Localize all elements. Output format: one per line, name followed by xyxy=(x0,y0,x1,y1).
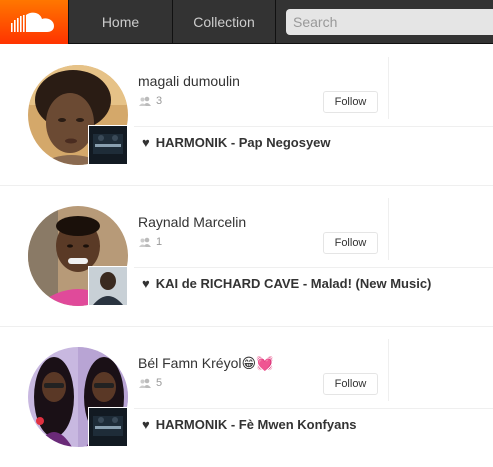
track-title: HARMONIK - Pap Negosyew xyxy=(155,135,331,150)
search-box xyxy=(286,9,493,35)
soundcloud-logo-icon[interactable] xyxy=(0,0,68,44)
track-artwork[interactable] xyxy=(88,407,128,447)
followers-count-value: 3 xyxy=(156,95,163,107)
follow-button[interactable]: Follow xyxy=(323,373,378,395)
heart-icon: ♥ xyxy=(142,135,150,150)
divider xyxy=(134,408,493,409)
nav-tab-collection[interactable]: Collection xyxy=(172,0,276,44)
feed-item: Bél Famn Kréyol😁💓 5 Follow ♥ HARMONIK - … xyxy=(0,327,493,467)
follow-button[interactable]: Follow xyxy=(323,91,378,113)
followers-icon xyxy=(139,96,151,106)
divider xyxy=(388,57,389,119)
liked-track-link[interactable]: ♥ KAI de RICHARD CAVE - Malad! (New Musi… xyxy=(142,276,431,291)
divider xyxy=(388,339,389,401)
feed-item: Raynald Marcelin 1 Follow ♥ KAI de RICHA… xyxy=(0,186,493,326)
search-input[interactable] xyxy=(286,9,493,35)
username-link[interactable]: magali dumoulin xyxy=(138,73,240,89)
track-title: HARMONIK - Fè Mwen Konfyans xyxy=(155,417,357,432)
username-link[interactable]: Raynald Marcelin xyxy=(138,214,246,230)
heart-icon: ♥ xyxy=(142,417,150,432)
track-artwork[interactable] xyxy=(88,266,128,306)
divider xyxy=(134,267,493,268)
followers-count[interactable]: 1 xyxy=(138,236,162,248)
followers-icon xyxy=(139,237,151,247)
feed-item: magali dumoulin 3 Follow ♥ HARMONIK - Pa… xyxy=(0,45,493,185)
username-link[interactable]: Bél Famn Kréyol😁💓 xyxy=(138,355,274,372)
nav-tab-home[interactable]: Home xyxy=(68,0,172,44)
track-artwork[interactable] xyxy=(88,125,128,165)
followers-icon xyxy=(139,378,151,388)
followers-count[interactable]: 3 xyxy=(138,95,162,107)
liked-track-link[interactable]: ♥ HARMONIK - Pap Negosyew xyxy=(142,135,331,150)
liked-track-link[interactable]: ♥ HARMONIK - Fè Mwen Konfyans xyxy=(142,417,357,432)
followers-count-value: 5 xyxy=(156,377,163,389)
follow-button[interactable]: Follow xyxy=(323,232,378,254)
top-navigation-bar: Home Collection xyxy=(0,0,493,44)
nav-tab-home-label: Home xyxy=(101,14,140,30)
followers-count-value: 1 xyxy=(156,236,163,248)
track-title: KAI de RICHARD CAVE - Malad! (New Music) xyxy=(155,276,432,291)
nav-tab-collection-label: Collection xyxy=(193,14,255,30)
divider xyxy=(388,198,389,260)
followers-count[interactable]: 5 xyxy=(138,377,162,389)
divider xyxy=(134,126,493,127)
heart-icon: ♥ xyxy=(142,276,150,291)
